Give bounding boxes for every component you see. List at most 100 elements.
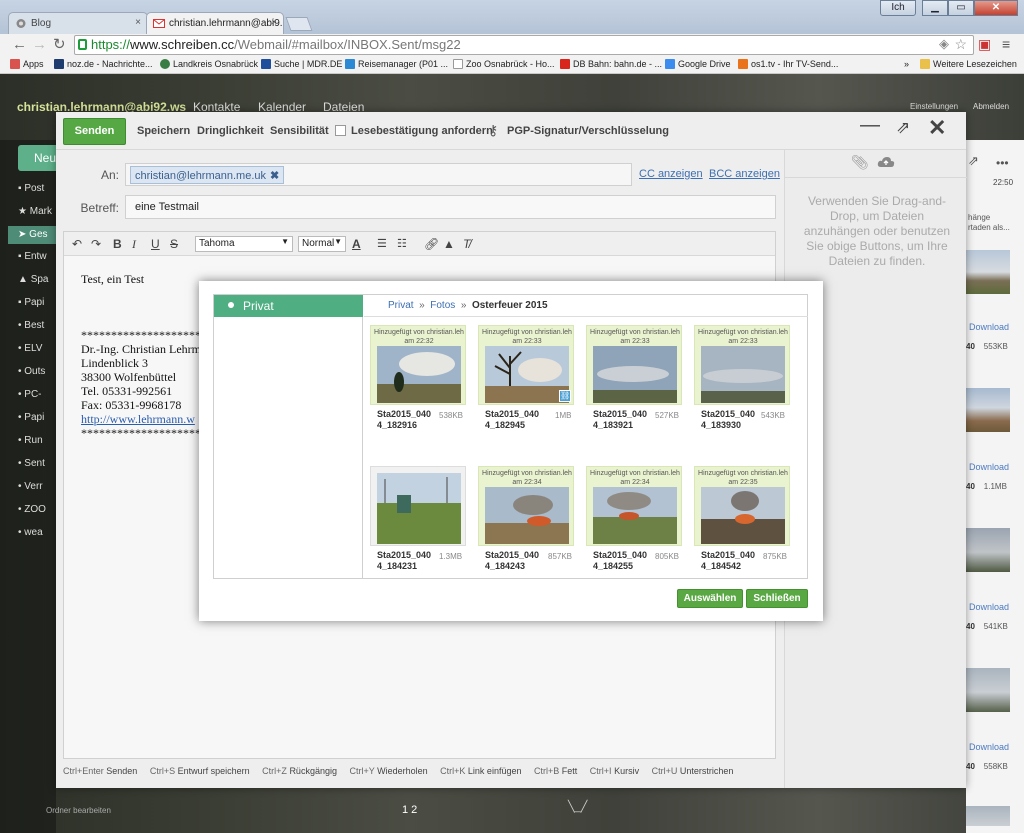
subject-input[interactable]: eine Testmail [125, 195, 776, 219]
breadcrumb-privat[interactable]: Privat [388, 300, 414, 311]
bookmark-item[interactable]: os1.tv - Ihr TV-Send... [738, 59, 838, 69]
sidebar-item-folder[interactable]: • Sent [18, 458, 56, 469]
read-receipt-checkbox[interactable] [335, 125, 346, 136]
new-tab-button[interactable] [285, 17, 313, 31]
download-link[interactable]: Download [969, 322, 1009, 332]
file-card[interactable]: Hinzugefügt von christian.leh am 22:34 [586, 466, 682, 546]
breadcrumb-fotos[interactable]: Fotos [430, 300, 455, 311]
tab-webmail[interactable]: christian.lehrmann@abi9... × [146, 12, 284, 34]
minimize-compose-icon[interactable]: — [860, 114, 880, 137]
redo-icon[interactable]: ↷ [91, 237, 101, 251]
sidebar-item-gesendet[interactable]: ➤ Ges [8, 226, 56, 244]
sidebar-item-folder[interactable]: • Papi [18, 412, 56, 423]
sidebar-item-entwuerfe[interactable]: ▪ Entw [18, 251, 56, 262]
download-link[interactable]: Download [969, 462, 1009, 472]
file-card[interactable] [370, 466, 466, 546]
bookmark-item[interactable]: DB Bahn: bahn.de - ... [560, 59, 662, 69]
sidebar-item-folder[interactable]: • Verr [18, 481, 56, 492]
file-card[interactable]: Hinzugefügt von christian.leh am 22:33 [694, 325, 790, 405]
folder-item-privat[interactable]: Privat [214, 295, 363, 317]
pgp-button[interactable]: PGP-Signatur/Verschlüsselung [507, 125, 669, 137]
sidebar-item-spam[interactable]: ▲ Spa [18, 274, 56, 285]
attachment-thumbnail[interactable] [966, 250, 1010, 294]
close-button[interactable]: Schließen [746, 589, 808, 608]
bold-icon[interactable]: B [113, 237, 122, 251]
to-field[interactable]: christian@lehrmann.me.uk ✖ [125, 163, 632, 186]
clear-format-icon[interactable]: T̸ [463, 237, 470, 251]
sensitivity-button[interactable]: Sensibilität [270, 125, 329, 137]
pdf-extension-icon[interactable]: ▣ [978, 36, 991, 53]
attachment-thumbnail[interactable] [966, 668, 1010, 712]
download-link[interactable]: Download [969, 602, 1009, 612]
undo-icon[interactable]: ↶ [72, 237, 82, 251]
download-link[interactable]: Download [969, 742, 1009, 752]
popout-icon[interactable]: ⇗ [968, 153, 979, 169]
bookmark-star-icon[interactable]: ☆ [954, 36, 967, 53]
extension-icon[interactable]: ◈ [939, 36, 949, 52]
select-button[interactable]: Auswählen [677, 589, 743, 608]
italic-icon[interactable]: I [132, 237, 136, 252]
sidebar-item-folder[interactable]: • wea [18, 527, 56, 538]
sidebar-item-markiert[interactable]: ★ Mark [18, 206, 56, 217]
message-body[interactable]: Test, ein Test ******************** Dr.-… [81, 272, 201, 440]
paperclip-icon[interactable]: 📎︎ [851, 154, 869, 171]
sidebar-item-folder[interactable]: • ELV [18, 343, 56, 354]
sidebar-item-papierkorb[interactable]: ▪ Papi [18, 297, 56, 308]
read-receipt-label[interactable]: Lesebestätigung anfordern [351, 125, 493, 137]
bookmark-item[interactable]: Google Drive [665, 59, 731, 69]
close-compose-icon[interactable]: ✕ [928, 115, 946, 141]
url-input[interactable]: https://www.schreiben.cc/Webmail/#mailbo… [74, 35, 974, 55]
save-button[interactable]: Speichern [137, 125, 190, 137]
tab-blog[interactable]: Blog × [8, 12, 148, 34]
sidebar-item-folder[interactable]: • Outs [18, 366, 56, 377]
settings-link[interactable]: Einstellungen [910, 102, 958, 111]
attachment-thumbnail[interactable] [966, 806, 1010, 826]
sidebar-item-folder[interactable]: • Best [18, 320, 56, 331]
strikethrough-icon[interactable]: S [170, 237, 178, 251]
file-card[interactable]: Hinzugefügt von christian.leh am 22:33 [586, 325, 682, 405]
reload-icon[interactable]: ↻ [53, 36, 66, 54]
forward-icon[interactable]: → [32, 36, 47, 54]
sidebar-item-folder[interactable]: • PC- [18, 389, 56, 400]
maximize-icon[interactable]: ▭ [948, 0, 974, 16]
bookmark-item[interactable]: Zoo Osnabrück - Ho... [453, 59, 555, 69]
sidebar-item-posteingang[interactable]: ▪ Post [18, 183, 56, 194]
font-family-select[interactable]: Tahoma ▼ [195, 236, 293, 252]
bookmark-item[interactable]: Landkreis Osnabrück [160, 59, 258, 69]
new-mail-button[interactable]: Neu [18, 145, 56, 171]
menu-icon[interactable]: ≡ [1002, 36, 1010, 52]
link-icon[interactable]: 🔗︎ [424, 237, 439, 251]
show-bcc-link[interactable]: BCC anzeigen [709, 168, 780, 180]
recipient-chip[interactable]: christian@lehrmann.me.uk ✖ [130, 166, 285, 184]
file-card[interactable]: Hinzugefügt von christian.leh am 22:33 ⛓ [478, 325, 574, 405]
file-card[interactable]: Hinzugefügt von christian.leh am 22:35 [694, 466, 790, 546]
close-tab-icon[interactable]: × [271, 17, 277, 28]
cloud-upload-icon[interactable] [877, 156, 895, 168]
minimize-icon[interactable]: ▁ [922, 0, 948, 16]
attachment-thumbnail[interactable] [966, 528, 1010, 572]
bookmark-item[interactable]: Apps [10, 59, 44, 69]
file-card[interactable]: Hinzugefügt von christian.leh am 22:34 [478, 466, 574, 546]
sidebar-item-folder[interactable]: • Run [18, 435, 56, 446]
close-window-icon[interactable]: ✕ [974, 0, 1018, 16]
numbered-list-icon[interactable]: ☰ [377, 237, 387, 250]
font-size-select[interactable]: Normal ▼ [298, 236, 346, 252]
bullet-list-icon[interactable]: ☷ [397, 237, 407, 250]
profile-button[interactable]: Ich [880, 0, 916, 16]
signature-link[interactable]: http://www.lehrmann.w [81, 412, 201, 426]
attachment-thumbnail[interactable] [966, 388, 1010, 432]
underline-icon[interactable]: U [151, 237, 160, 251]
bookmark-item[interactable]: noz.de - Nachrichte... [54, 59, 153, 69]
image-icon[interactable]: ▲ [443, 237, 455, 251]
logout-link[interactable]: Abmelden [973, 102, 1009, 111]
text-color-icon[interactable]: A [352, 237, 361, 251]
send-button[interactable]: Senden [63, 118, 126, 145]
file-card[interactable]: Hinzugefügt von christian.leh am 22:32 [370, 325, 466, 405]
more-icon[interactable]: ••• [996, 156, 1009, 170]
back-icon[interactable]: ← [12, 36, 27, 54]
show-cc-link[interactable]: CC anzeigen [639, 168, 703, 180]
sidebar-item-folder[interactable]: • ZOO [18, 504, 56, 515]
bookmark-item[interactable]: Suche | MDR.DE [261, 59, 342, 69]
bookmark-item[interactable]: Reisemanager (P01 ... [345, 59, 448, 69]
edit-folders-link[interactable]: Ordner bearbeiten [46, 806, 111, 815]
